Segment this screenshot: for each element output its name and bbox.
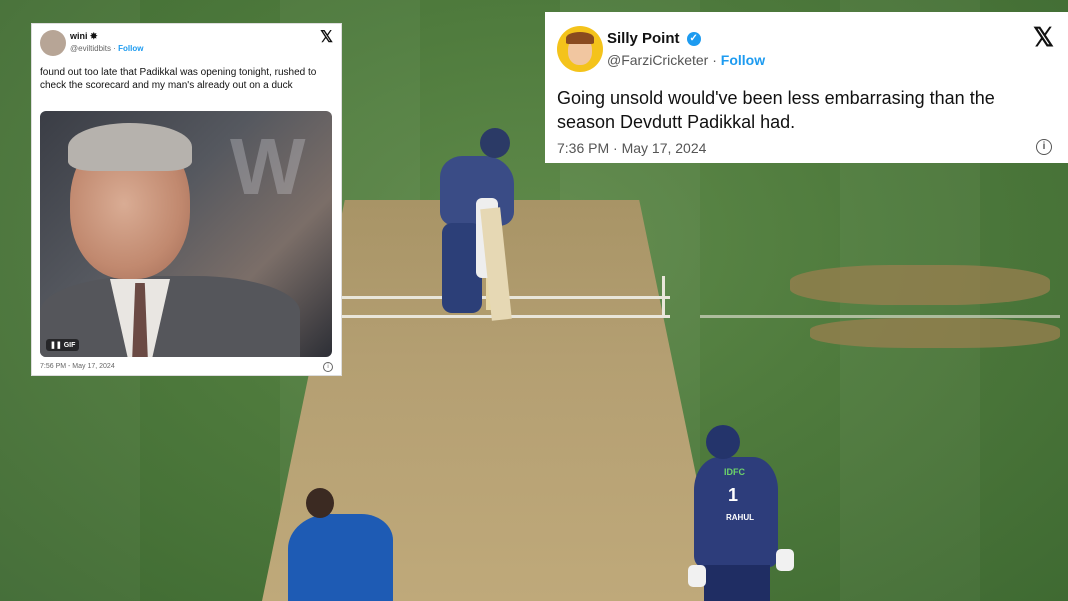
handle-line: @eviltidbits · Follow: [70, 44, 144, 53]
avatar-hair: [566, 32, 594, 44]
return-crease: [662, 276, 665, 318]
wwe-logo-icon: W: [230, 122, 306, 211]
user-handle[interactable]: @eviltidbits: [70, 44, 111, 53]
keeper-torso: IDFC: [694, 457, 778, 567]
follow-button[interactable]: Follow: [118, 44, 143, 53]
worn-patch: [790, 265, 1050, 305]
display-name[interactable]: Silly Point ✓: [607, 30, 701, 47]
keeper-helmet: [706, 425, 740, 459]
crease-extension: [700, 315, 1060, 318]
hair-shape: [68, 123, 192, 171]
keeper-legs: [704, 565, 770, 601]
tweet-timestamp[interactable]: 7:36 PM · May 17, 2024: [557, 140, 706, 156]
pause-icon: ❚❚: [50, 342, 62, 349]
handle-line: @FarziCricketer · Follow: [607, 52, 766, 68]
avatar[interactable]: [557, 26, 603, 72]
display-name-text: wini: [70, 31, 88, 41]
x-logo-icon[interactable]: 𝕏: [320, 27, 333, 47]
verified-badge-icon: ✓: [686, 32, 701, 47]
info-icon[interactable]: i: [1036, 139, 1052, 155]
gif-label: GIF: [63, 342, 76, 349]
batter: [432, 128, 532, 328]
wicket-keeper: IDFC 1 RAHUL: [688, 425, 798, 601]
avatar[interactable]: [40, 30, 66, 56]
tweet-timestamp[interactable]: 7:56 PM - May 17, 2024: [40, 363, 115, 370]
tweet-card-left[interactable]: wini ✸ @eviltidbits · Follow 𝕏 found out…: [31, 23, 342, 376]
keeper-glove: [688, 565, 706, 587]
info-icon[interactable]: i: [323, 362, 333, 372]
worn-patch: [810, 318, 1060, 348]
jersey-number: 1: [728, 485, 739, 505]
x-logo-icon[interactable]: 𝕏: [1033, 22, 1054, 53]
display-name-text: Silly Point: [607, 30, 680, 47]
keeper-glove: [776, 549, 794, 571]
tweet-gif-media[interactable]: W ❚❚ GIF: [40, 111, 332, 357]
jersey-sponsor: IDFC: [724, 467, 745, 477]
fielder: [278, 484, 408, 601]
tweet-text: Going unsold would've been less embarras…: [557, 88, 995, 132]
name-emoji-icon: ✸: [90, 31, 98, 41]
tweet-card-right[interactable]: Silly Point ✓ @FarziCricketer · Follow 𝕏…: [545, 12, 1068, 163]
batter-helmet: [480, 128, 510, 158]
follow-button[interactable]: Follow: [721, 52, 765, 68]
tweet-text: found out too late that Padikkal was ope…: [40, 67, 317, 91]
display-name[interactable]: wini ✸: [70, 31, 98, 42]
gif-badge[interactable]: ❚❚ GIF: [46, 339, 80, 351]
jersey-name: RAHUL: [726, 513, 754, 522]
user-handle[interactable]: @FarziCricketer: [607, 52, 708, 68]
fielder-torso: [288, 514, 393, 601]
fielder-head: [306, 488, 334, 518]
